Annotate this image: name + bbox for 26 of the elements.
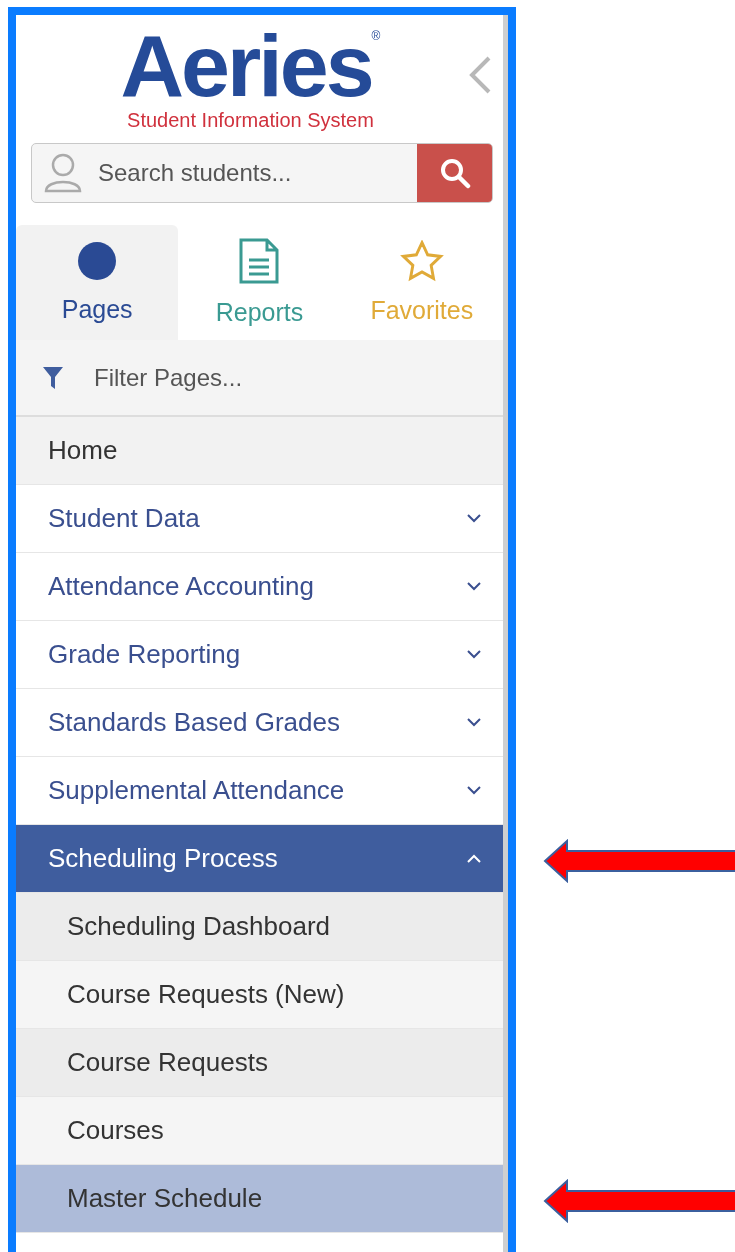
caret-down-icon bbox=[467, 514, 481, 523]
circle-icon bbox=[77, 241, 118, 281]
nav-tab[interactable]: Pages bbox=[16, 225, 179, 340]
user-icon bbox=[44, 153, 82, 193]
caret-down-icon bbox=[467, 718, 481, 727]
document-icon bbox=[239, 238, 280, 284]
star-icon bbox=[399, 240, 444, 282]
filter-icon bbox=[42, 365, 64, 390]
search-field[interactable]: Search students... bbox=[96, 158, 417, 188]
menu-item[interactable]: Course Requests bbox=[16, 1029, 503, 1097]
logo-wordmark: Aeries bbox=[120, 25, 372, 107]
search-icon bbox=[438, 157, 471, 189]
menu-item[interactable]: Home bbox=[16, 417, 503, 485]
registered-mark: ® bbox=[371, 29, 381, 43]
caret-down-icon bbox=[467, 650, 481, 659]
logo-tagline: Student Information System bbox=[127, 109, 374, 132]
search-bar[interactable]: Search students... bbox=[31, 143, 493, 203]
filter-field[interactable]: Filter Pages... bbox=[92, 362, 503, 393]
search-button[interactable] bbox=[417, 144, 492, 202]
caret-up-icon bbox=[467, 854, 481, 863]
caret-down-icon bbox=[467, 786, 481, 795]
menu-item[interactable]: Courses bbox=[16, 1097, 503, 1165]
caret-down-icon bbox=[467, 582, 481, 591]
menu-item[interactable]: Scheduling Dashboard bbox=[16, 893, 503, 961]
menu-item[interactable]: Course Requests (New) bbox=[16, 961, 503, 1029]
filter-bar[interactable]: Filter Pages... bbox=[16, 340, 503, 417]
